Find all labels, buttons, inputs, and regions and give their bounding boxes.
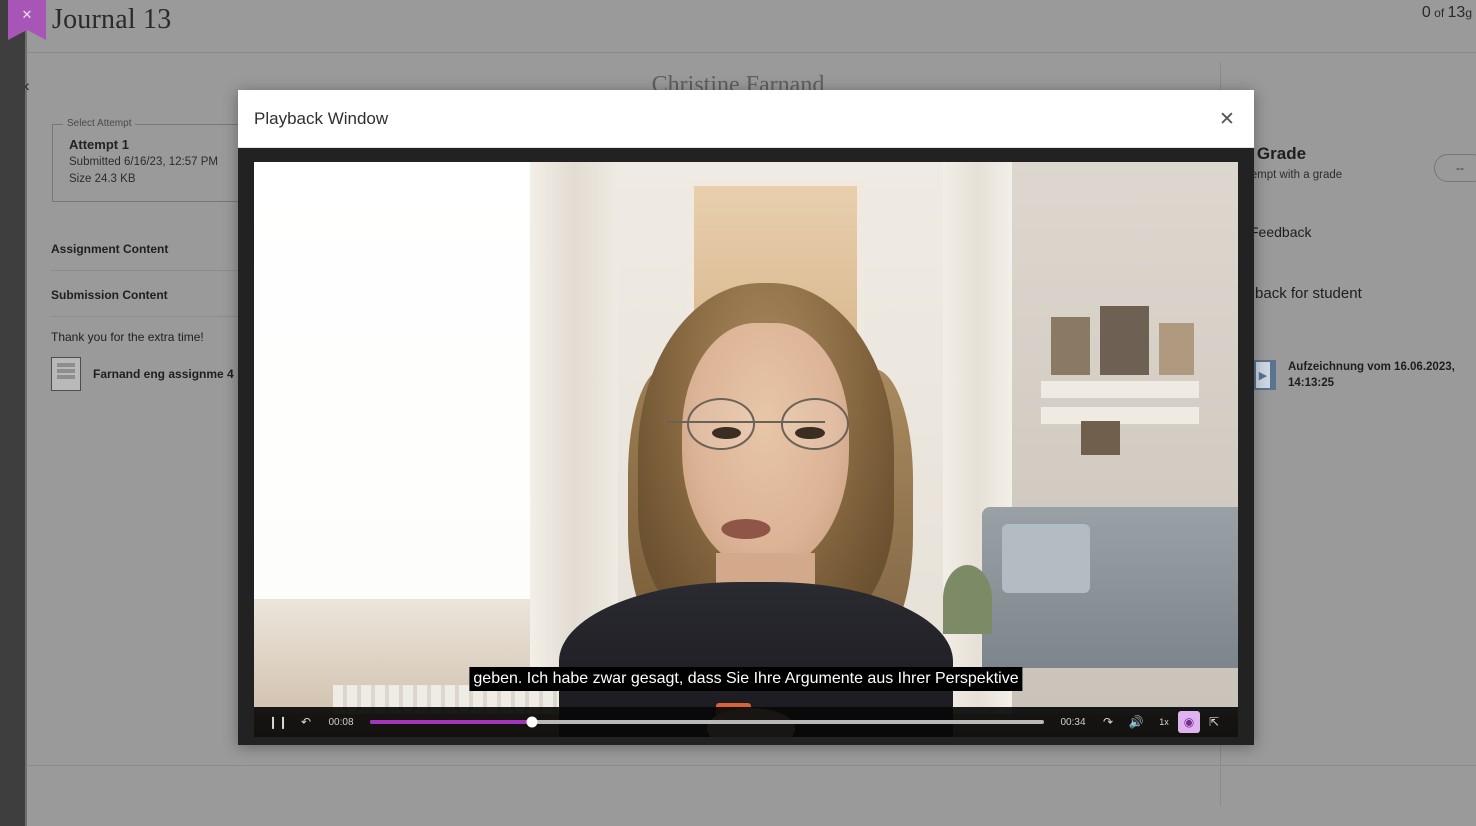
- volume-icon[interactable]: 🔊: [1122, 709, 1150, 735]
- seek-bar[interactable]: [370, 716, 1044, 728]
- share-icon[interactable]: ↷: [1094, 709, 1122, 735]
- feedback-label: Feedback: [1250, 224, 1312, 240]
- submission-content-heading: Submission Content: [51, 288, 168, 302]
- playback-speed-button[interactable]: 1x: [1150, 709, 1178, 735]
- attempt-submitted-date: Submitted 6/16/23, 12:57 PM: [69, 156, 218, 168]
- header-divider: [27, 52, 1476, 53]
- counter-total: 13: [1447, 4, 1466, 21]
- grade-input[interactable]: --: [1434, 154, 1476, 182]
- counter-of: of: [1430, 6, 1448, 20]
- feedback-video-attachment[interactable]: ▶ Aufzeichnung vom 16.06.2023, 14:13:25: [1250, 360, 1458, 391]
- fullscreen-icon[interactable]: ⇱: [1200, 709, 1228, 735]
- playback-window-modal: Playback Window ✕ geben. Ich habe zwar g…: [238, 90, 1254, 745]
- replay-icon[interactable]: ↶: [292, 709, 320, 735]
- video-controls-bar: ❙❙ ↶ 00:08 00:34 ↷ 🔊 1x ◉ ⇱: [254, 707, 1238, 737]
- attempt-size: Size 24.3 KB: [69, 173, 136, 185]
- pause-icon[interactable]: ❙❙: [264, 709, 292, 735]
- submission-attachment[interactable]: Farnand eng assignme 4: [51, 357, 234, 391]
- left-rail: [0, 0, 25, 826]
- page-title: Journal 13: [52, 4, 172, 35]
- item-counter: 0 of 13g: [1422, 4, 1472, 22]
- close-icon[interactable]: ✕: [1210, 102, 1244, 136]
- video-subtitle: geben. Ich habe zwar gesagt, dass Sie Ih…: [469, 667, 1023, 691]
- counter-current: 0: [1421, 4, 1431, 21]
- video-still-image: [254, 162, 1238, 737]
- seek-bar-fill: [370, 720, 532, 724]
- close-icon: ✕: [21, 7, 33, 22]
- attempt-title: Attempt 1: [69, 137, 129, 152]
- select-attempt-legend: Select Attempt: [63, 118, 136, 129]
- assignment-content-heading: Assignment Content: [51, 242, 169, 256]
- footer-divider: [27, 765, 1476, 766]
- modal-title: Playback Window: [254, 108, 389, 128]
- modal-header: Playback Window ✕: [238, 90, 1254, 148]
- current-time: 00:08: [328, 716, 354, 728]
- feedback-video-name: Aufzeichnung vom 16.06.2023, 14:13:25: [1288, 361, 1455, 389]
- seek-bar-handle[interactable]: [526, 716, 538, 728]
- attachment-name: Farnand eng assignme 4: [93, 367, 234, 381]
- document-icon: [51, 357, 81, 391]
- grading-sidebar: al Grade attempt with a grade -- Feedbac…: [1220, 62, 1476, 806]
- video-viewport[interactable]: geben. Ich habe zwar gesagt, dass Sie Ih…: [254, 162, 1238, 737]
- duration: 00:34: [1060, 716, 1086, 728]
- video-player-frame: geben. Ich habe zwar gesagt, dass Sie Ih…: [238, 148, 1254, 745]
- student-note: Thank you for the extra time!: [51, 330, 204, 344]
- captions-icon[interactable]: ◉: [1178, 711, 1200, 733]
- counter-suffix: g: [1465, 6, 1472, 20]
- close-panel-button[interactable]: ✕: [8, 0, 46, 40]
